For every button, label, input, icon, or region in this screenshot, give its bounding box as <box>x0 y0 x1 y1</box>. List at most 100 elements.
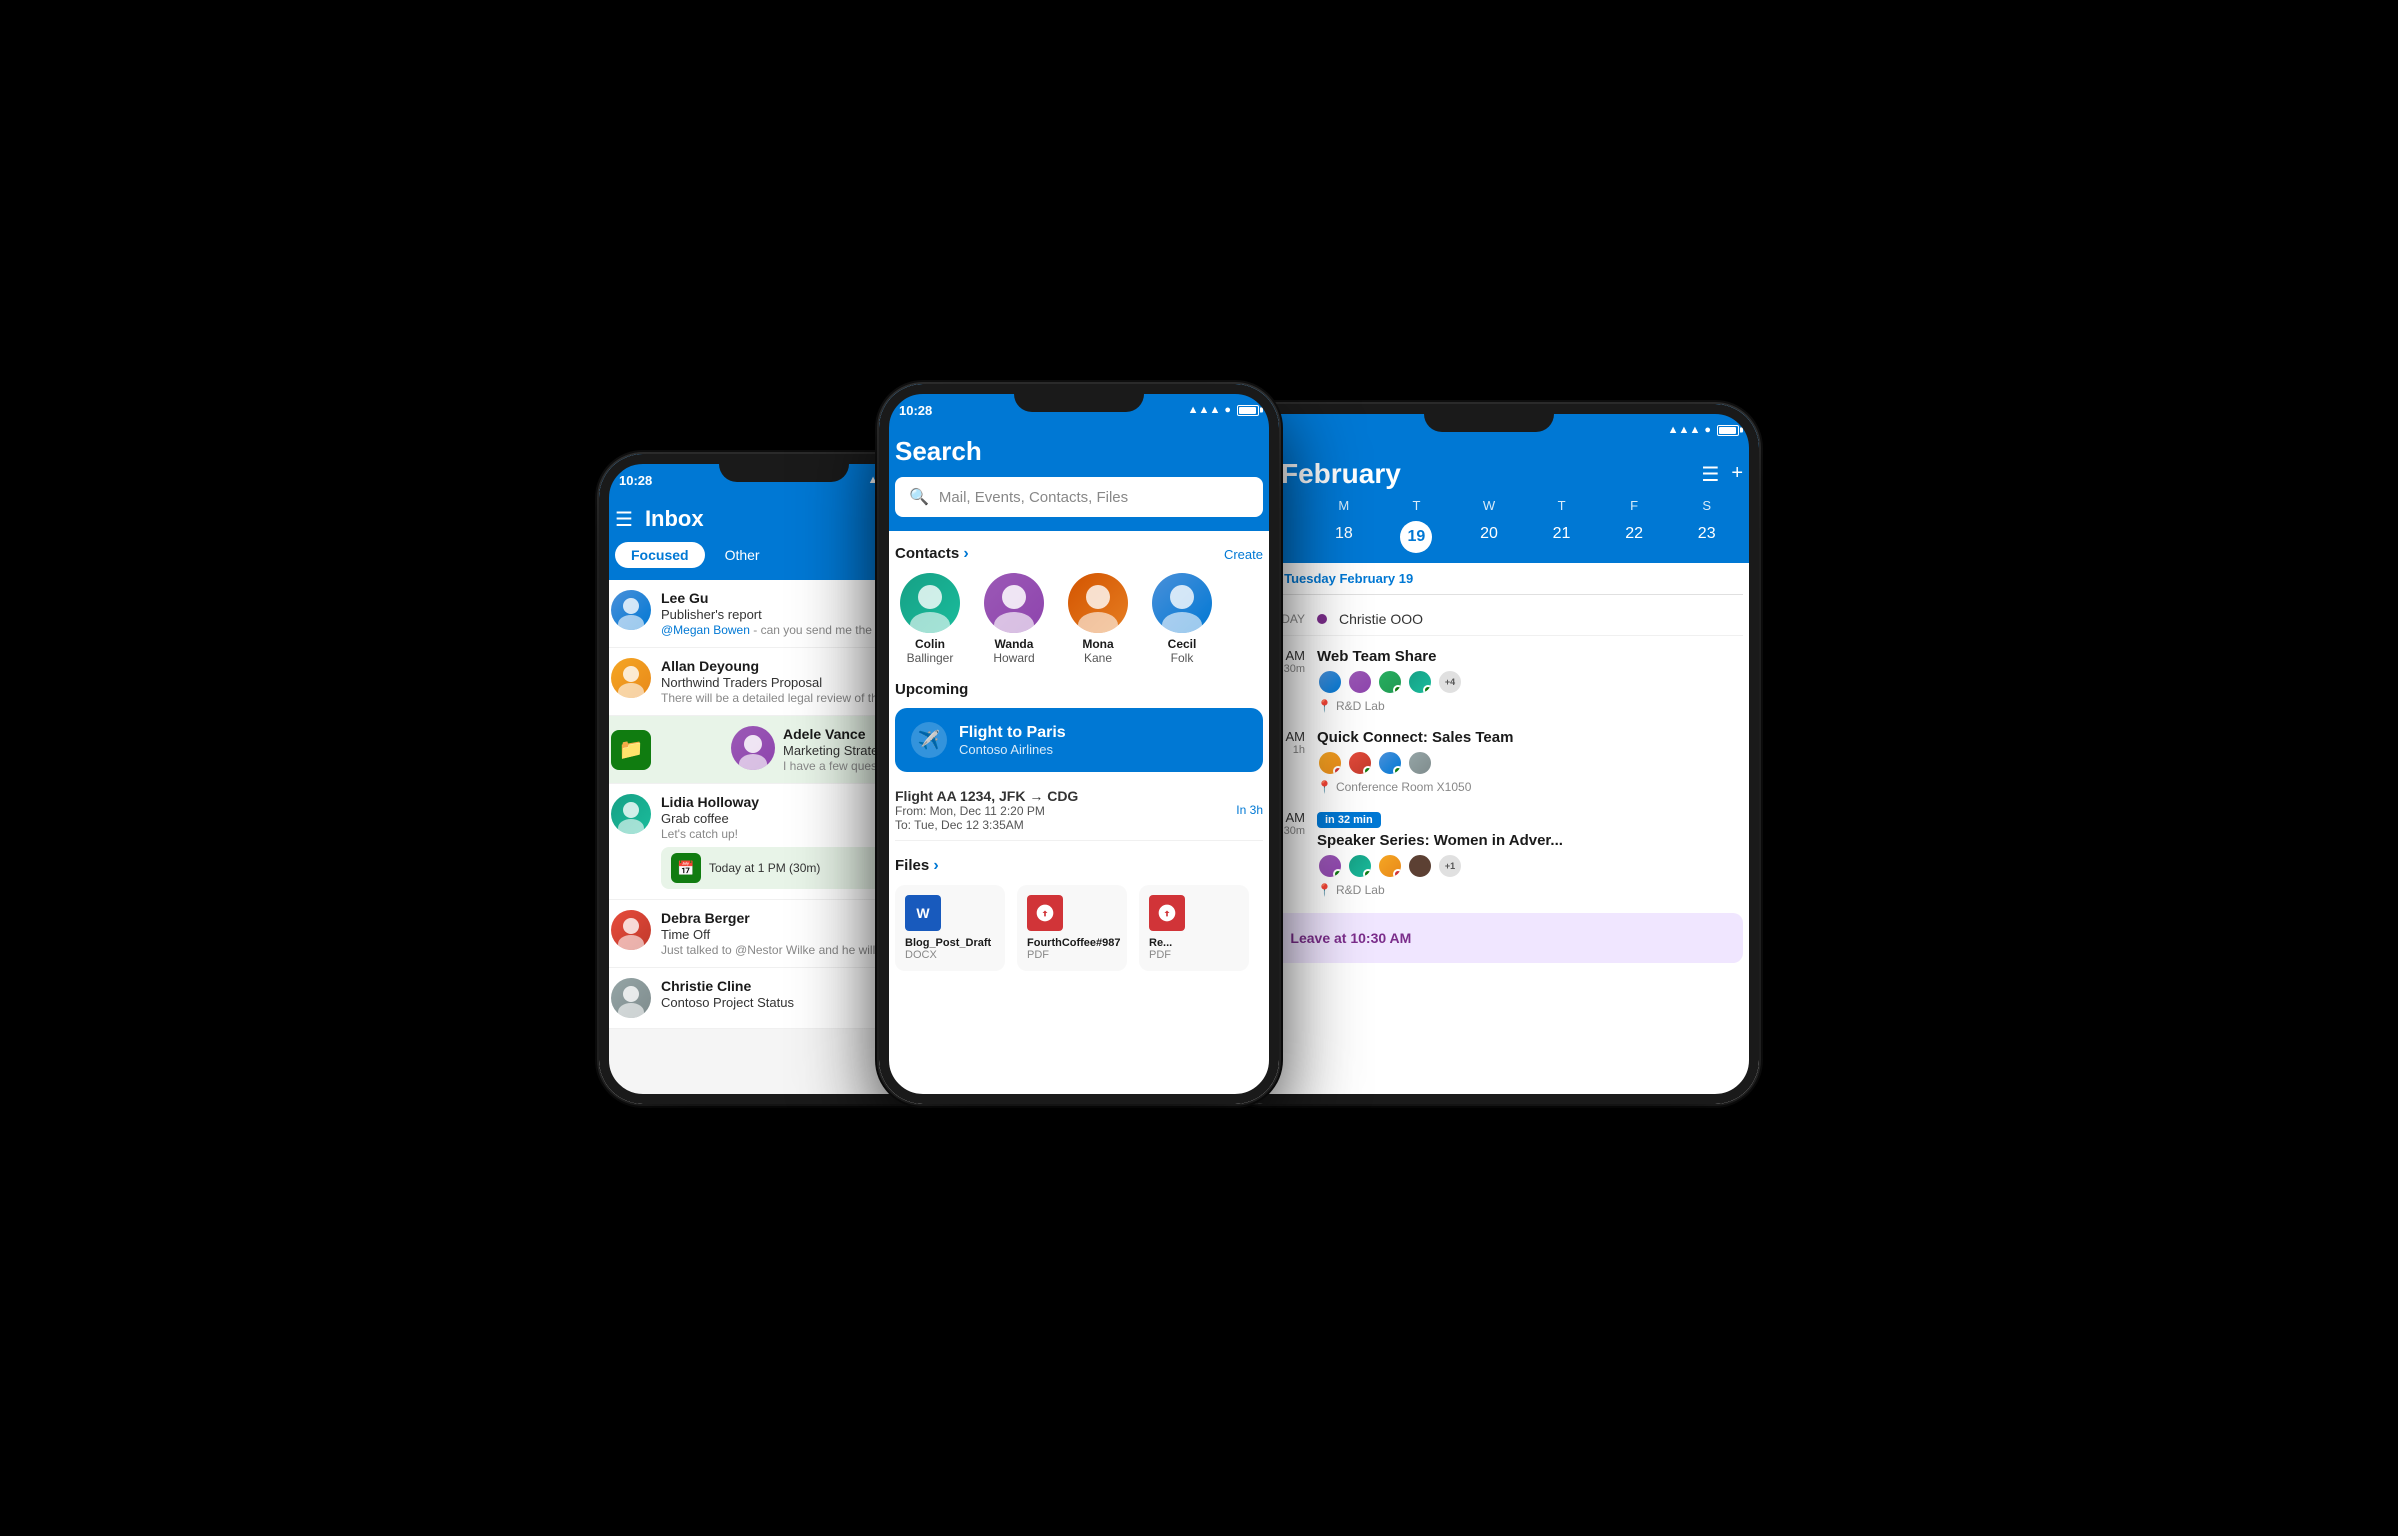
cal-date-20[interactable]: 20 <box>1453 521 1526 553</box>
calendar-header: 📅 February ☰ + S M T W T F S 17 <box>1219 448 1759 563</box>
cal-day-f: F <box>1598 498 1671 513</box>
contact-wanda[interactable]: Wanda Howard <box>979 573 1049 665</box>
pdf-icon <box>1027 895 1063 931</box>
attendee-avatar <box>1407 750 1433 776</box>
files-section: Files › W Blog_Post_Draft DOCX FourthCof… <box>895 857 1263 971</box>
cal-day-m: M <box>1308 498 1381 513</box>
file-re[interactable]: Re... PDF <box>1139 885 1249 971</box>
search-icon: 🔍 <box>909 487 929 507</box>
file-blog-post[interactable]: W Blog_Post_Draft DOCX <box>895 885 1005 971</box>
email-name: Lee Gu <box>661 590 708 606</box>
file-fourth-coffee[interactable]: FourthCoffee#987 PDF <box>1017 885 1127 971</box>
cal-month: February <box>1281 458 1401 490</box>
phone-search: 10:28 ▲▲▲ ● Search 🔍 Mail, Events, Conta… <box>879 384 1279 1104</box>
more-avatars: +1 <box>1437 853 1463 879</box>
cal-day-w: W <box>1453 498 1526 513</box>
avatar-allan <box>611 658 651 698</box>
event-web-team-share[interactable]: 8:30 AM 30m Web Team Share +4 <box>1235 648 1743 713</box>
search-bar[interactable]: 🔍 Mail, Events, Contacts, Files <box>895 477 1263 517</box>
contacts-section-header: Contacts › Create <box>895 545 1263 563</box>
flight-card[interactable]: ✈️ Flight to Paris Contoso Airlines <box>895 708 1263 772</box>
inbox-status-time: 10:28 <box>619 473 652 488</box>
attendee-avatar <box>1317 669 1343 695</box>
contact-colin[interactable]: Colin Ballinger <box>895 573 965 665</box>
event-content: Quick Connect: Sales Team <box>1317 729 1743 794</box>
calendar-body: Today • Tuesday February 19 ALL DAY Chri… <box>1219 563 1759 979</box>
cal-date-19: 19 <box>1400 521 1432 553</box>
attendee-avatar <box>1377 853 1403 879</box>
contact-first-name: Mona <box>1063 637 1133 651</box>
cal-date-19-wrapper[interactable]: 19 <box>1380 521 1453 553</box>
flight-name: Flight to Paris <box>959 724 1066 742</box>
flight-route-text: Flight AA 1234, JFK → CDG <box>895 788 1078 804</box>
avatar-cecil <box>1152 573 1212 633</box>
contact-last-name: Folk <box>1147 651 1217 665</box>
avatar-debra <box>611 910 651 950</box>
folder-icon: 📁 <box>611 730 651 770</box>
phone-calendar: 10:28 ▲▲▲ ● 📅 February ☰ + S <box>1219 404 1759 1104</box>
attendee-avatar <box>1377 750 1403 776</box>
files-section-header: Files › <box>895 857 1263 875</box>
avatar-lidia <box>611 794 651 834</box>
avatar-wanda <box>984 573 1044 633</box>
flight-to: To: Tue, Dec 12 3:35AM <box>895 818 1078 832</box>
attendee-avatar <box>1407 853 1433 879</box>
cal-date-18[interactable]: 18 <box>1308 521 1381 553</box>
cal-green-icon: 📅 <box>671 853 701 883</box>
avatar-mona <box>1068 573 1128 633</box>
event-avatars: +4 <box>1317 669 1743 695</box>
contact-last-name: Kane <box>1063 651 1133 665</box>
search-title: Search <box>895 436 1263 467</box>
attendee-avatar <box>1317 750 1343 776</box>
event-content: in 32 min Speaker Series: Women in Adver… <box>1317 810 1743 897</box>
tab-focused[interactable]: Focused <box>615 542 705 568</box>
avatar-christie <box>611 978 651 1018</box>
inbox-title: Inbox <box>645 506 704 532</box>
avatar-adele <box>731 726 775 770</box>
contact-mona[interactable]: Mona Kane <box>1063 573 1133 665</box>
contact-last-name: Ballinger <box>895 651 965 665</box>
cal-day-t1: T <box>1380 498 1453 513</box>
search-header: Search 🔍 Mail, Events, Contacts, Files <box>879 428 1279 531</box>
attendee-avatar <box>1377 669 1403 695</box>
search-input[interactable]: Mail, Events, Contacts, Files <box>939 489 1128 506</box>
cal-date-21[interactable]: 21 <box>1525 521 1598 553</box>
leave-text: Leave at 10:30 AM <box>1290 930 1411 946</box>
tab-other[interactable]: Other <box>713 542 772 568</box>
event-avatars <box>1317 750 1743 776</box>
files-label: Files › <box>895 857 939 875</box>
plane-icon: ✈️ <box>911 722 947 758</box>
all-day-event[interactable]: ALL DAY Christie OOO <box>1235 603 1743 636</box>
add-event-icon[interactable]: + <box>1731 462 1743 487</box>
cal-date-23[interactable]: 23 <box>1670 521 1743 553</box>
attendee-avatar <box>1317 853 1343 879</box>
contact-cecil[interactable]: Cecil Folk <box>1147 573 1217 665</box>
event-name: Web Team Share <box>1317 648 1743 665</box>
event-speaker-series[interactable]: 11:00 AM 1h 30m in 32 min Speaker Series… <box>1235 810 1743 897</box>
cal-dates-row: 17 18 19 20 21 22 23 <box>1235 521 1743 553</box>
pdf-icon <box>1149 895 1185 931</box>
contacts-row: Colin Ballinger Wanda Howard <box>895 573 1263 665</box>
hamburger-icon[interactable]: ☰ <box>615 507 633 532</box>
cal-date-22[interactable]: 22 <box>1598 521 1671 553</box>
upcoming-section-header: Upcoming <box>895 681 1263 698</box>
upcoming-label: Upcoming <box>895 681 968 698</box>
list-view-icon[interactable]: ☰ <box>1701 462 1719 487</box>
flight-detail-row: Flight AA 1234, JFK → CDG From: Mon, Dec… <box>895 780 1263 841</box>
event-location: 📍Conference Room X1050 <box>1317 780 1743 794</box>
leave-banner: 🚗 Leave at 10:30 AM <box>1235 913 1743 963</box>
email-name: Debra Berger <box>661 910 750 926</box>
all-day-name: Christie OOO <box>1339 611 1423 627</box>
today-label: Today • Tuesday February 19 <box>1235 563 1743 595</box>
event-quick-connect[interactable]: 9:00 AM 1h Quick Connect: Sales Team <box>1235 729 1743 794</box>
avatar-lee-gu <box>611 590 651 630</box>
attendee-avatar <box>1347 853 1373 879</box>
contact-first-name: Cecil <box>1147 637 1217 651</box>
file-name: FourthCoffee#987 <box>1027 937 1117 949</box>
email-name: Lidia Holloway <box>661 794 759 810</box>
event-name: Quick Connect: Sales Team <box>1317 729 1743 746</box>
attendee-avatar <box>1407 669 1433 695</box>
create-link[interactable]: Create <box>1224 547 1263 562</box>
invite-time: Today at 1 PM (30m) <box>709 861 820 875</box>
event-location: 📍R&D Lab <box>1317 699 1743 713</box>
